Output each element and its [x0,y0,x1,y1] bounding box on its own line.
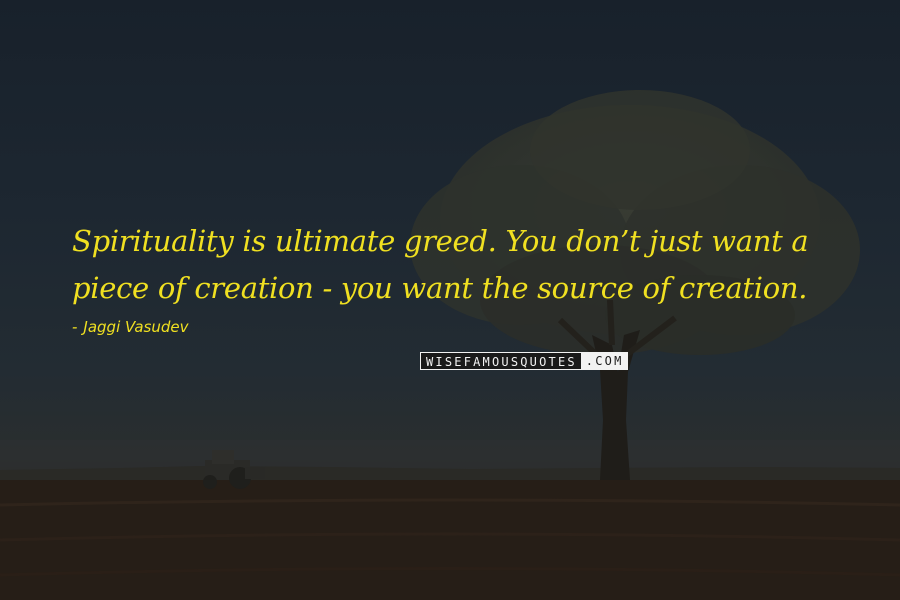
author-dash: - [72,318,78,336]
quote-text: Spirituality is ultimate greed. You don’… [72,224,809,305]
watermark-dark-part: WISEFAMOUSQUOTES [420,352,582,370]
quote-image: Spirituality is ultimate greed. You don’… [0,0,900,600]
field [0,480,900,600]
quote-author: - Jaggi Vasudev [72,318,188,336]
site-watermark: WISEFAMOUSQUOTES .COM [420,352,628,370]
watermark-light-part: .COM [581,352,628,370]
author-name: Jaggi Vasudev [83,318,189,336]
